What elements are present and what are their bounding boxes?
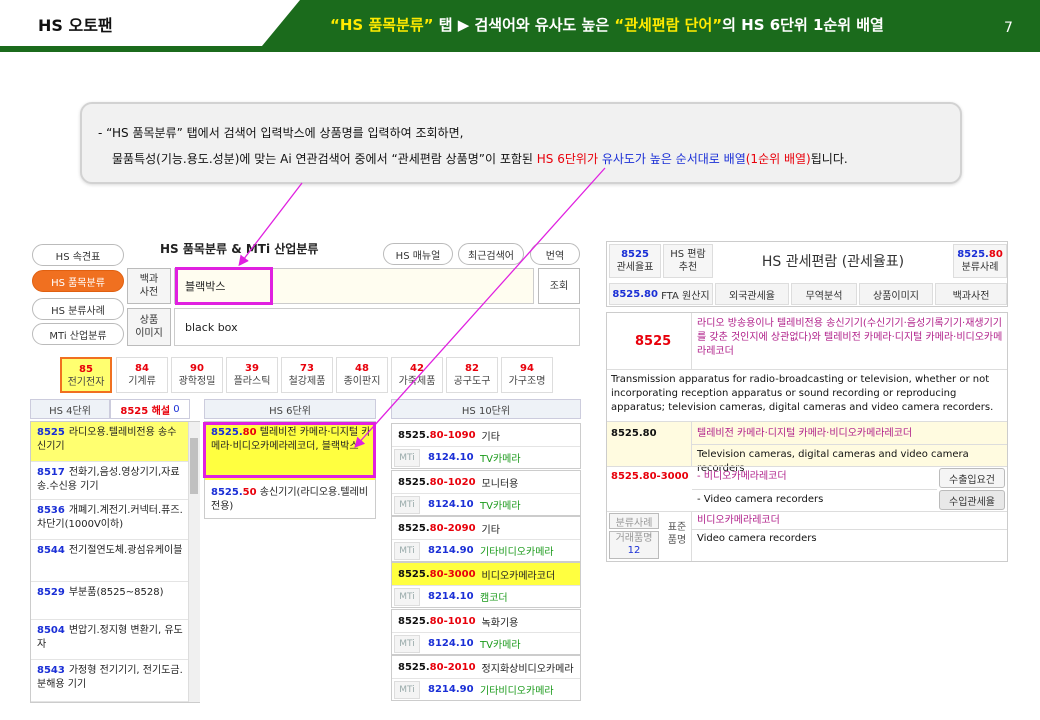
arrow-to-search [238,182,303,267]
arrow-to-hs6 [354,167,606,448]
annotation-arrows [238,167,606,448]
